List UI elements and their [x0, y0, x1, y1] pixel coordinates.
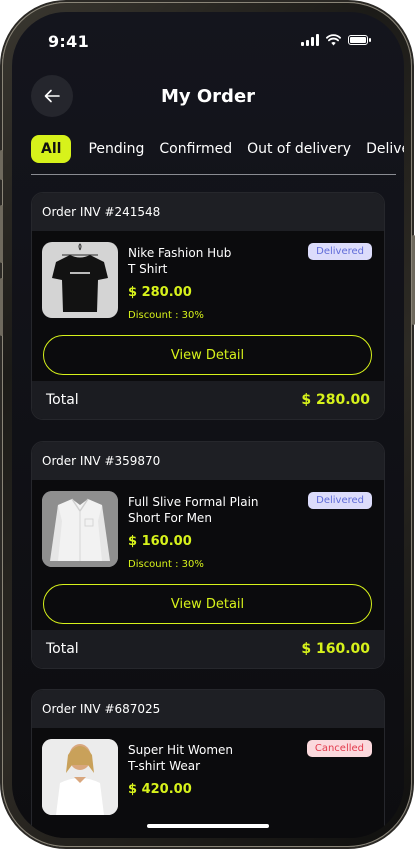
- status-badge: Delivered: [308, 492, 372, 509]
- product-image[interactable]: [42, 491, 118, 567]
- product-image[interactable]: [42, 242, 118, 318]
- total-label: Total: [46, 392, 79, 408]
- total-amount: $ 280.00: [301, 392, 370, 408]
- order-total-row: Total $ 280.00: [32, 381, 384, 419]
- status-icons: [301, 34, 371, 46]
- order-details: Super Hit Women T-shirt Wear $ 420.00 Ca…: [32, 728, 384, 838]
- product-discount: Discount : 30%: [128, 559, 204, 570]
- tab-all[interactable]: All: [31, 135, 72, 163]
- total-label: Total: [46, 641, 79, 657]
- white-formal-shirt-image: [42, 491, 118, 567]
- product-name: Super Hit Women T-shirt Wear: [128, 742, 278, 774]
- product-name-line2: T Shirt: [128, 262, 168, 276]
- order-details: Full Slive Formal Plain Short For Men $ …: [32, 480, 384, 630]
- woman-t-shirt-image: [42, 739, 118, 815]
- order-invoice: Order INV #359870: [32, 442, 384, 480]
- order-card: Order INV #241548 Nike Fashion Hub T Shi…: [31, 192, 385, 420]
- order-card: Order INV #687025 Super Hit Women T-shir…: [31, 689, 385, 838]
- phone-side-button: [0, 150, 3, 180]
- order-details: Nike Fashion Hub T Shirt $ 280.00 Discou…: [32, 231, 384, 381]
- order-invoice: Order INV #687025: [32, 690, 384, 728]
- status-time: 9:41: [48, 32, 89, 51]
- status-badge: Delivered: [308, 243, 372, 260]
- page-title: My Order: [160, 86, 256, 107]
- tab-out-of-delivery[interactable]: Out of delivery: [247, 135, 351, 163]
- phone-side-button: [0, 278, 3, 336]
- order-invoice: Order INV #241548: [32, 193, 384, 231]
- black-t-shirt-image: [52, 243, 108, 312]
- total-amount: $ 160.00: [301, 641, 370, 657]
- tab-delivered[interactable]: Deliver: [366, 135, 404, 163]
- product-name: Full Slive Formal Plain Short For Men: [128, 494, 278, 526]
- product-price: $ 420.00: [128, 782, 192, 797]
- app-screen: 9:41 My Order All Pending Confirmed Out …: [12, 12, 404, 838]
- product-name-line1: Nike Fashion Hub: [128, 246, 232, 260]
- phone-side-button: [0, 205, 3, 263]
- phone-side-button: [412, 235, 415, 325]
- product-name-line1: Full Slive Formal Plain: [128, 495, 259, 509]
- product-name-line2: T-shirt Wear: [128, 759, 201, 773]
- product-discount: Discount : 30%: [128, 310, 204, 321]
- product-image[interactable]: [42, 739, 118, 815]
- battery-icon: [348, 35, 371, 45]
- view-detail-button[interactable]: View Detail: [43, 335, 372, 375]
- wifi-icon: [326, 34, 341, 46]
- order-status-tabs: All Pending Confirmed Out of delivery De…: [31, 135, 404, 163]
- order-card: Order INV #359870 Full Slive Formal Plai…: [31, 441, 385, 669]
- product-price: $ 280.00: [128, 285, 192, 300]
- tab-confirmed[interactable]: Confirmed: [159, 135, 232, 163]
- order-total-row: Total $ 160.00: [32, 630, 384, 668]
- product-price: $ 160.00: [128, 534, 192, 549]
- product-name: Nike Fashion Hub T Shirt: [128, 245, 278, 277]
- tabs-divider: [31, 174, 396, 175]
- signal-icon: [301, 34, 319, 46]
- tab-pending[interactable]: Pending: [88, 135, 144, 163]
- status-badge: Cancelled: [306, 740, 372, 757]
- product-name-line2: Short For Men: [128, 511, 212, 525]
- home-indicator[interactable]: [147, 824, 269, 828]
- view-detail-button[interactable]: View Detail: [43, 584, 372, 624]
- product-name-line1: Super Hit Women: [128, 743, 234, 757]
